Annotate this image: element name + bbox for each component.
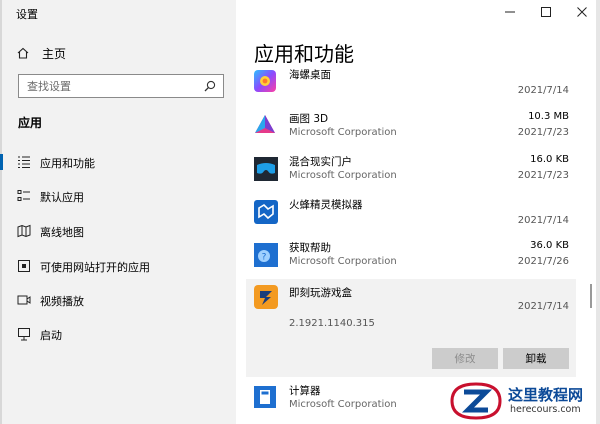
startup-icon	[17, 327, 31, 341]
sidebar-item-label: 应用和功能	[40, 157, 95, 170]
uninstall-button[interactable]: 卸载	[503, 348, 569, 369]
app-name: 混合现实门户	[289, 156, 352, 168]
sidebar-item-label: 离线地图	[40, 226, 84, 239]
app-install-date: 2021/7/23	[517, 127, 569, 138]
game-box-icon	[254, 285, 278, 309]
search-icon[interactable]	[203, 79, 217, 96]
search-input[interactable]: 查找设置	[18, 74, 224, 98]
sidebar-item-web-apps[interactable]: 可使用网站打开的应用	[0, 254, 236, 278]
app-size: 16.0 KB	[530, 154, 569, 165]
home-nav-item[interactable]: 主页	[16, 44, 66, 62]
maximize-icon	[541, 7, 551, 17]
svg-text:?: ?	[262, 253, 267, 263]
search-placeholder: 查找设置	[27, 80, 71, 93]
default-apps-icon	[17, 189, 31, 203]
window-title: 设置	[16, 8, 38, 21]
app-install-date: 2021/7/14	[517, 215, 569, 226]
app-publisher: Microsoft Corporation	[289, 256, 397, 267]
map-icon	[17, 224, 31, 238]
app-name: 画图 3D	[289, 113, 329, 125]
sidebar-item-label: 启动	[40, 329, 62, 342]
app-size: 36.0 KB	[530, 240, 569, 251]
watermark-title: 这里教程网	[508, 386, 584, 404]
page-title: 应用和功能	[254, 42, 354, 66]
scrollbar-thumb[interactable]	[590, 284, 592, 308]
maximize-button[interactable]	[528, 0, 564, 24]
home-icon	[16, 46, 32, 60]
window-controls	[492, 0, 600, 24]
app-list-item[interactable]: 混合现实门户 Microsoft Corporation 16.0 KB 202…	[246, 151, 576, 194]
app-publisher: Microsoft Corporation	[289, 170, 397, 181]
watermark-url: herecours.com	[510, 404, 581, 415]
app-list-item[interactable]: 火蜂精灵模拟器 2021/7/14	[246, 194, 576, 237]
minimize-button[interactable]	[492, 0, 528, 24]
mixed-reality-icon	[254, 157, 278, 181]
video-icon	[17, 293, 31, 307]
sidebar-item-label: 默认应用	[40, 191, 84, 204]
web-apps-icon	[17, 259, 31, 273]
sidebar-item-startup[interactable]: 启动	[0, 322, 236, 346]
sidebar-item-apps-features[interactable]: 应用和功能	[0, 150, 236, 174]
window-right-edge	[596, 0, 600, 424]
sidebar-item-label: 可使用网站打开的应用	[40, 261, 150, 274]
app-name: 计算器	[289, 385, 321, 397]
calculator-icon	[254, 386, 276, 408]
sidebar-item-default-apps[interactable]: 默认应用	[0, 184, 236, 208]
app-list-item-selected[interactable]: 即刻玩游戏盒 2021/7/14 2.1921.1140.315 修改 卸载	[246, 279, 576, 377]
window-left-edge	[0, 0, 2, 424]
sidebar-item-video-playback[interactable]: 视频播放	[0, 288, 236, 312]
app-publisher: Microsoft Corporation	[289, 127, 397, 138]
app-name: 即刻玩游戏盒	[289, 287, 352, 299]
sidebar-item-label: 视频播放	[40, 295, 84, 308]
app-install-date: 2021/7/14	[517, 85, 569, 96]
paint3d-icon	[254, 114, 276, 136]
watermark: 这里教程网 herecours.com	[448, 378, 600, 424]
modify-button[interactable]: 修改	[432, 348, 498, 369]
app-name: 火蜂精灵模拟器	[289, 199, 363, 211]
app-publisher: Microsoft Corporation	[289, 399, 397, 410]
watermark-logo-icon	[450, 382, 502, 420]
app-install-date: 2021/7/14	[517, 301, 569, 312]
app-install-date: 2021/7/26	[517, 256, 569, 267]
app-name: 获取帮助	[289, 242, 331, 254]
app-list-item[interactable]: ? 获取帮助 Microsoft Corporation 36.0 KB 202…	[246, 237, 576, 280]
app-list-item[interactable]: 画图 3D Microsoft Corporation 10.3 MB 2021…	[246, 108, 576, 151]
home-label: 主页	[42, 46, 67, 61]
hailuo-desktop-icon	[254, 70, 276, 92]
sidebar: 设置 主页 查找设置 应用 应用和功能 默认应用 离线地图 可使用网站打开的应用…	[0, 0, 236, 424]
app-size: 10.3 MB	[528, 111, 569, 122]
app-list-item[interactable]: 海螺桌面 2021/7/14	[246, 64, 576, 107]
sidebar-item-offline-maps[interactable]: 离线地图	[0, 219, 236, 243]
app-name: 海螺桌面	[289, 69, 331, 81]
minimize-icon	[505, 11, 515, 13]
close-icon	[577, 7, 587, 17]
app-version: 2.1921.1140.315	[289, 318, 375, 329]
get-help-icon: ?	[254, 243, 278, 267]
emulator-icon	[254, 200, 278, 224]
section-title-apps: 应用	[18, 116, 43, 130]
selection-indicator	[0, 154, 3, 170]
app-install-date: 2021/7/23	[517, 170, 569, 181]
list-icon	[17, 155, 31, 169]
close-button[interactable]	[564, 0, 600, 24]
